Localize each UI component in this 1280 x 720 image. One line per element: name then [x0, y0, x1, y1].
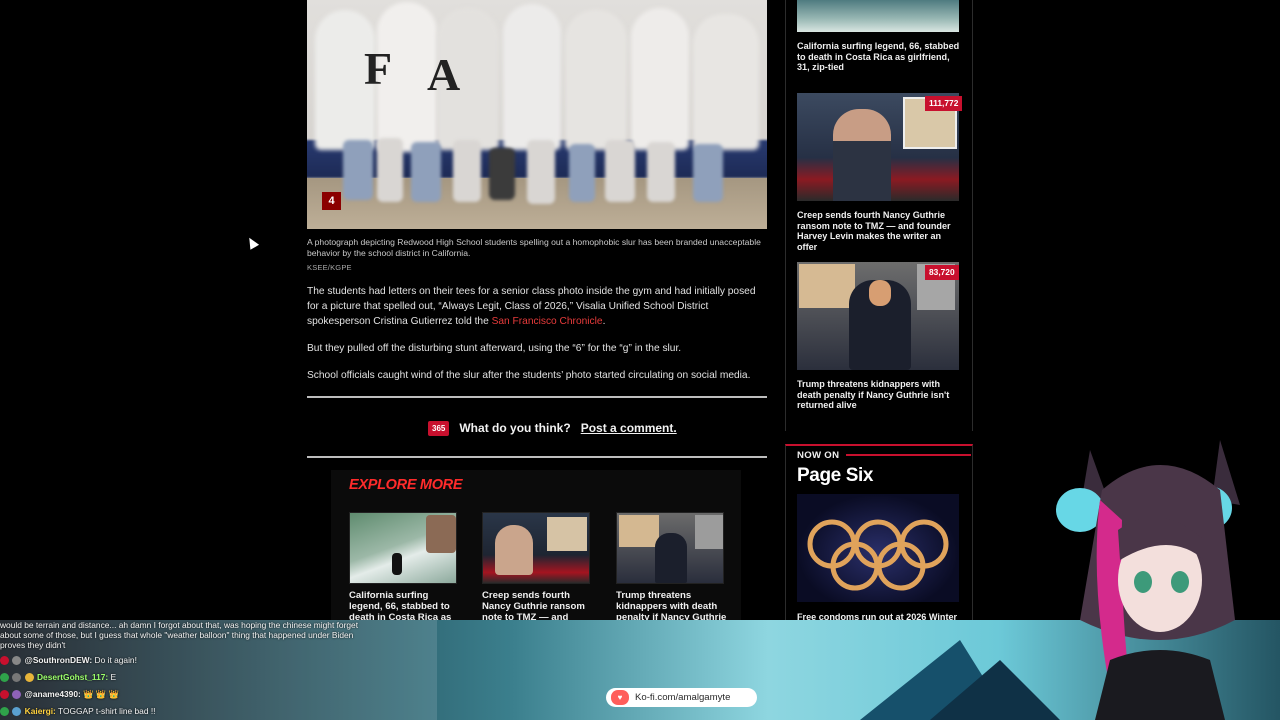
chat-message: proves they didn't [0, 640, 66, 650]
explore-title-3[interactable]: Trump threatens kidnappers with death pe… [616, 590, 728, 623]
olympic-rings-icon [807, 519, 949, 591]
article-paragraph-3: School officials caught wind of the slur… [307, 370, 751, 381]
chat-overlay: would be terrain and distance... ah damn… [0, 620, 437, 720]
now-on-label: NOW ON [797, 450, 840, 461]
chat-avatar-icon [12, 656, 22, 666]
chat-avatar-icon [12, 690, 22, 700]
image-caption: A photograph depicting Redwood High Scho… [307, 237, 761, 258]
inset-photo [547, 517, 587, 551]
source-link[interactable]: San Francisco Chronicle [492, 316, 603, 327]
article-paragraph-1: The students had letters on their tees f… [307, 286, 756, 327]
comment-count-badge[interactable]: 365 [428, 420, 450, 436]
chat-message: @SouthronDEW: Do it again! [0, 655, 137, 666]
explore-thumb-trump[interactable] [616, 512, 724, 584]
sidebar-title-2[interactable]: Creep sends fourth Nancy Guthrie ransom … [797, 210, 963, 252]
cursor-icon [244, 235, 260, 250]
explore-thumb-tmz[interactable] [482, 512, 590, 584]
views-badge-3: 83,720 [925, 265, 959, 280]
youtube-icon [0, 690, 9, 700]
views-badge-2: 111,772 [925, 96, 963, 111]
sub-badge-icon [24, 673, 34, 683]
chat-message: Kaiergi: TOGGAP t-shirt line bad !! [0, 706, 155, 717]
kofi-pill[interactable]: ♥ Ko-fi.com/amalgamyte [606, 688, 757, 707]
hero-letter-a: A [427, 49, 461, 100]
explore-thumb-surfing[interactable] [349, 512, 457, 584]
suited-figure [655, 533, 687, 583]
vtuber-avatar [1056, 440, 1240, 720]
presenter-figure [495, 525, 533, 575]
article-divider [307, 396, 767, 398]
explore-more-title: EXPLORE MORE [349, 477, 463, 493]
image-credit: KSEE/KGPE [307, 263, 352, 272]
moderator-badge-icon [0, 707, 9, 717]
inset-photo [799, 264, 855, 308]
inset-photo [619, 515, 659, 547]
image-counter-badge: 4 [322, 192, 341, 210]
kofi-link: Ko-fi.com/amalgamyte [635, 692, 731, 703]
now-on-rule [846, 454, 971, 456]
kofi-cup-icon: ♥ [611, 690, 629, 705]
comments-question: What do you think? [459, 421, 571, 435]
chat-avatar-icon [12, 707, 22, 717]
comments-divider [307, 456, 767, 458]
inset-photo-2 [695, 515, 723, 549]
face [869, 280, 891, 306]
page-six-thumb-olympics[interactable] [797, 494, 959, 602]
presenter-shirt [833, 141, 891, 201]
chat-message: @aname4390: 👑 👑 👑 [0, 689, 119, 700]
sidebar-thumb-surfing[interactable] [797, 0, 959, 32]
chat-avatar-icon [12, 673, 22, 683]
post-comment-link[interactable]: Post a comment. [581, 421, 677, 435]
explore-title-2[interactable]: Creep sends fourth Nancy Guthrie ransom … [482, 590, 594, 623]
moderator-badge-icon [0, 673, 9, 683]
chat-message: would be terrain and distance... ah damn… [0, 620, 359, 630]
surfer-figure [392, 553, 402, 575]
article-hero-image[interactable]: F A [307, 0, 767, 229]
youtube-icon [0, 656, 9, 666]
sidebar-title-3[interactable]: Trump threatens kidnappers with death pe… [797, 379, 963, 411]
hero-letter-f: F [364, 43, 393, 94]
page: F A 4 A photograph depicting Redwood Hig… [0, 0, 1280, 720]
inset-portrait [426, 515, 456, 553]
article-paragraph-2: But they pulled off the disturbing stunt… [307, 343, 682, 354]
comments-cta: 365 What do you think? Post a comment. [428, 419, 677, 437]
chat-message: about some of those, but I guess that wh… [0, 630, 354, 640]
page-six-logo[interactable]: Page Six [797, 465, 873, 487]
chat-message: DesertGohst_117: E [0, 672, 116, 683]
sidebar-title-1[interactable]: California surfing legend, 66, stabbed t… [797, 41, 963, 73]
